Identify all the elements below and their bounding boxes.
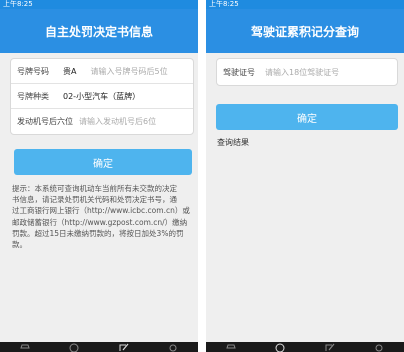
bottom-tab-bar xyxy=(206,342,404,352)
edit-icon[interactable] xyxy=(117,342,131,352)
query-form: 号牌号码 贵A 请输入号牌号码后5位 号牌种类 02-小型汽车（蓝牌） 发动机号… xyxy=(10,58,194,135)
license-number-input[interactable]: 请输入18位驾驶证号 xyxy=(265,67,339,78)
plate-type-select[interactable]: 02-小型汽车（蓝牌） xyxy=(63,91,140,102)
notice-line: 过工商银行网上银行（http://www.icbc.com.cn）或 xyxy=(12,206,190,216)
car-icon[interactable] xyxy=(18,342,32,352)
notice-text: 提示：本系统可查询机动车当前所有未交款的决定 书信息，请记录处罚机关代码和处罚决… xyxy=(12,183,192,250)
info-icon[interactable] xyxy=(273,342,287,352)
plate-prefix-value: 贵A xyxy=(63,66,77,76)
engine-number-label: 发动机号后六位 xyxy=(17,117,73,126)
plate-number-row[interactable]: 号牌号码 贵A 请输入号牌号码后5位 xyxy=(11,59,193,84)
plate-number-input[interactable]: 请输入号牌号码后5位 xyxy=(90,66,167,77)
query-result-label: 查询结果 xyxy=(217,138,249,147)
notice-line: 邮政储蓄银行（http://www.gzpost.com.cn/）缴纳 xyxy=(12,217,188,227)
status-time: 上午8:25 xyxy=(209,0,239,8)
status-time: 上午8:25 xyxy=(3,0,33,8)
confirm-button[interactable]: 确定 xyxy=(14,149,192,175)
page-title: 自主处罚决定书信息 xyxy=(0,9,198,53)
car-icon[interactable] xyxy=(224,342,238,352)
gear-icon[interactable] xyxy=(166,342,180,352)
plate-type-row[interactable]: 号牌种类 02-小型汽车（蓝牌） xyxy=(11,84,193,109)
plate-number-label: 号牌号码 xyxy=(17,66,49,76)
license-number-label: 驾驶证号 xyxy=(223,67,255,77)
engine-number-input[interactable]: 请输入发动机号后6位 xyxy=(79,116,156,127)
edit-icon[interactable] xyxy=(323,342,337,352)
confirm-button[interactable]: 确定 xyxy=(216,104,398,130)
notice-line: 罚款。超过15日未缴纳罚款的，将按日加处3%的罚 xyxy=(12,228,184,238)
notice-line: 提示：本系统可查询机动车当前所有未交款的决定 xyxy=(12,184,177,193)
notice-line: 书信息，请记录处罚机关代码和处罚决定书号，通 xyxy=(12,195,177,205)
status-bar: 上午8:25 xyxy=(206,0,404,9)
fine-decision-screen: 上午8:25 自主处罚决定书信息 号牌号码 贵A 请输入号牌号码后5位 号牌种类… xyxy=(0,0,198,352)
bottom-tab-bar xyxy=(0,342,198,352)
engine-number-row[interactable]: 发动机号后六位 请输入发动机号后6位 xyxy=(11,109,193,134)
plate-type-label: 号牌种类 xyxy=(17,91,49,101)
query-form: 驾驶证号 请输入18位驾驶证号 xyxy=(216,58,398,86)
page-title: 驾驶证累积记分查询 xyxy=(206,9,404,53)
license-points-screen: 上午8:25 驾驶证累积记分查询 驾驶证号 请输入18位驾驶证号 确定 查询结果 xyxy=(206,0,404,352)
gear-icon[interactable] xyxy=(372,342,386,352)
license-number-row[interactable]: 驾驶证号 请输入18位驾驶证号 xyxy=(217,59,397,85)
notice-line: 款。 xyxy=(12,240,27,250)
status-bar: 上午8:25 xyxy=(0,0,198,9)
info-icon[interactable] xyxy=(67,342,81,352)
